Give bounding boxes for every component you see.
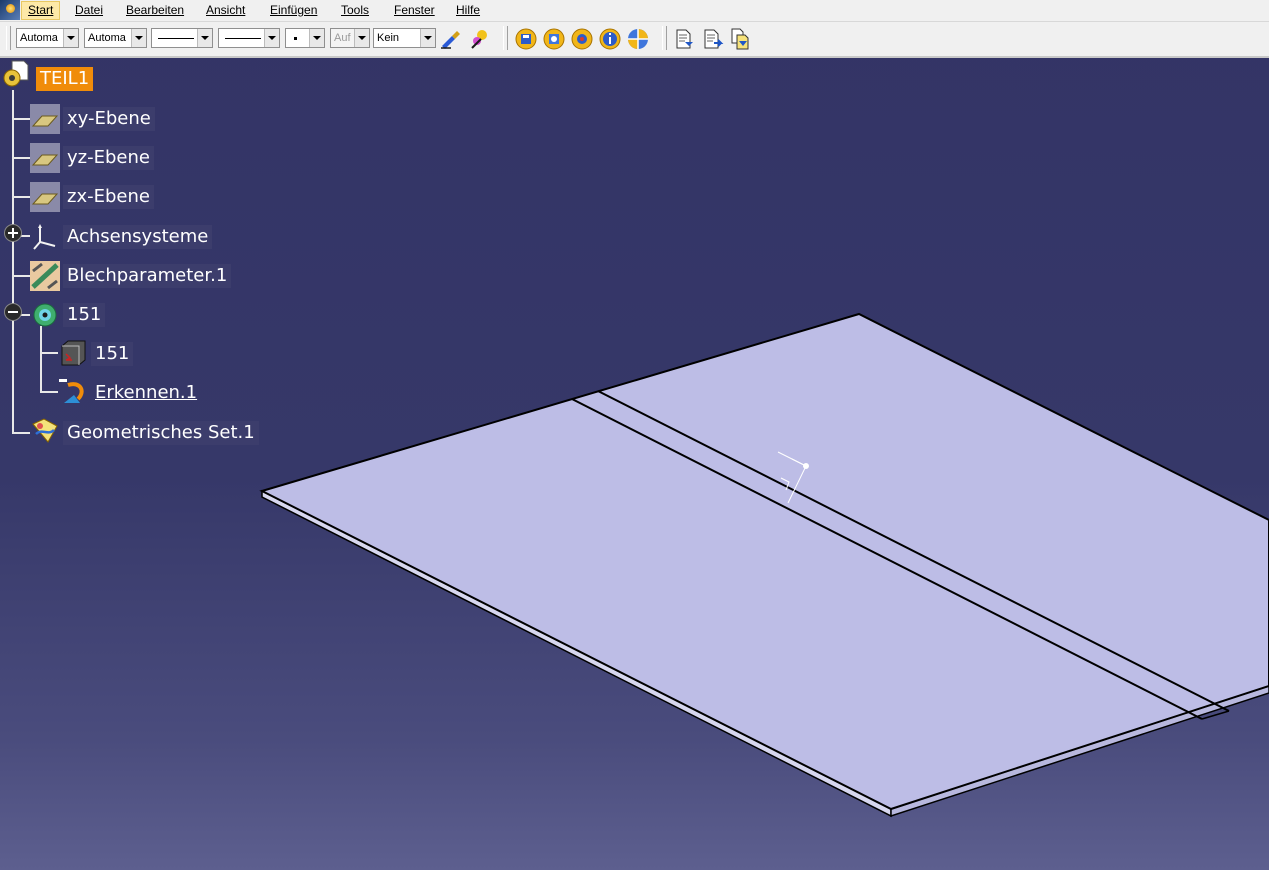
line-weight-combo[interactable] — [218, 28, 280, 48]
expand-plus-icon[interactable] — [4, 224, 22, 242]
chevron-down-icon[interactable] — [264, 29, 279, 47]
tree-connector — [12, 196, 30, 198]
plane-icon[interactable] — [30, 143, 60, 173]
tree-node-solid[interactable]: 151 — [91, 342, 134, 366]
sheet-metal-params-icon[interactable] — [30, 261, 60, 291]
chevron-down-icon[interactable] — [420, 29, 435, 47]
menu-bearbeiten[interactable]: Bearbeiten — [120, 2, 190, 19]
settings-icon[interactable] — [570, 27, 594, 51]
plane-icon[interactable] — [30, 104, 60, 134]
color-combo[interactable]: Automa — [16, 28, 79, 48]
point-symbol-preview — [294, 37, 297, 40]
specification-tree: TEIL1 xy-Ebene yz-Ebene zx-Ebene Achsens… — [0, 58, 260, 458]
tree-root-teil1[interactable]: TEIL1 — [36, 67, 94, 91]
tree-node-yz-plane[interactable]: yz-Ebene — [63, 146, 154, 170]
collapse-minus-icon[interactable] — [4, 303, 22, 321]
tree-connector — [12, 275, 30, 277]
catia-logo-icon[interactable] — [0, 0, 20, 20]
tree-node-part-body[interactable]: 151 — [63, 303, 106, 327]
chevron-down-icon[interactable] — [197, 29, 212, 47]
line-type-preview — [158, 38, 194, 39]
tree-connector — [12, 432, 30, 434]
chevron-down-icon[interactable] — [63, 29, 78, 47]
axis-system-icon[interactable] — [30, 222, 60, 252]
fill-combo[interactable]: Automa — [84, 28, 147, 48]
menu-hilfe[interactable]: Hilfe — [450, 2, 486, 19]
tree-connector — [12, 90, 14, 433]
view-quadrant-icon[interactable] — [626, 27, 650, 51]
save-icon[interactable] — [514, 27, 538, 51]
solid-icon[interactable] — [58, 338, 88, 368]
menu-einfuegen[interactable]: Einfügen — [264, 2, 323, 19]
info-icon[interactable] — [598, 27, 622, 51]
toolbar-grip[interactable] — [6, 26, 11, 50]
save-as-icon[interactable] — [542, 27, 566, 51]
tree-connector — [12, 157, 30, 159]
menu-bar: Start Datei Bearbeiten Ansicht Einfügen … — [0, 0, 1269, 22]
paint-brush-icon[interactable] — [438, 27, 462, 51]
tree-node-zx-plane[interactable]: zx-Ebene — [63, 185, 154, 209]
tree-node-geometric-set[interactable]: Geometrisches Set.1 — [63, 421, 259, 445]
toolbar-grip[interactable] — [662, 26, 667, 50]
tree-connector — [40, 352, 58, 354]
menu-tools[interactable]: Tools — [335, 2, 375, 19]
tree-node-xy-plane[interactable]: xy-Ebene — [63, 107, 155, 131]
chevron-down-icon[interactable] — [131, 29, 146, 47]
plane-icon[interactable] — [30, 182, 60, 212]
chevron-down-icon[interactable] — [309, 29, 324, 47]
graphic-properties-toolbar: Automa Automa Auf Kein — [0, 22, 1269, 58]
menu-start[interactable]: Start — [21, 1, 61, 20]
recognize-icon[interactable] — [58, 377, 88, 407]
tree-connector — [40, 326, 42, 392]
menu-ansicht[interactable]: Ansicht — [200, 2, 251, 19]
point-symbol-combo[interactable] — [285, 28, 325, 48]
document-export-icon[interactable] — [700, 27, 724, 51]
menu-fenster[interactable]: Fenster — [388, 2, 441, 19]
toolbar-grip[interactable] — [503, 26, 508, 50]
tree-node-recognize[interactable]: Erkennen.1 — [91, 381, 201, 405]
chevron-down-icon[interactable] — [354, 29, 369, 47]
line-weight-preview — [225, 38, 261, 39]
part-document-icon[interactable] — [0, 60, 30, 90]
line-type-combo[interactable] — [151, 28, 213, 48]
tree-node-axis-systems[interactable]: Achsensysteme — [63, 225, 213, 249]
geometric-set-icon[interactable] — [30, 416, 60, 446]
magic-wand-icon[interactable] — [467, 27, 491, 51]
tree-connector — [40, 391, 58, 393]
tree-node-sheet-metal-params[interactable]: Blechparameter.1 — [63, 264, 232, 288]
part-body-icon[interactable] — [30, 300, 60, 330]
document-arrow-icon[interactable] — [672, 27, 696, 51]
menu-datei[interactable]: Datei — [69, 2, 109, 19]
sheet-metal-plate[interactable] — [259, 312, 1269, 811]
document-compare-icon[interactable] — [728, 27, 752, 51]
tree-connector — [12, 118, 30, 120]
layer-combo[interactable]: Auf — [330, 28, 370, 48]
render-style-combo[interactable]: Kein — [373, 28, 436, 48]
